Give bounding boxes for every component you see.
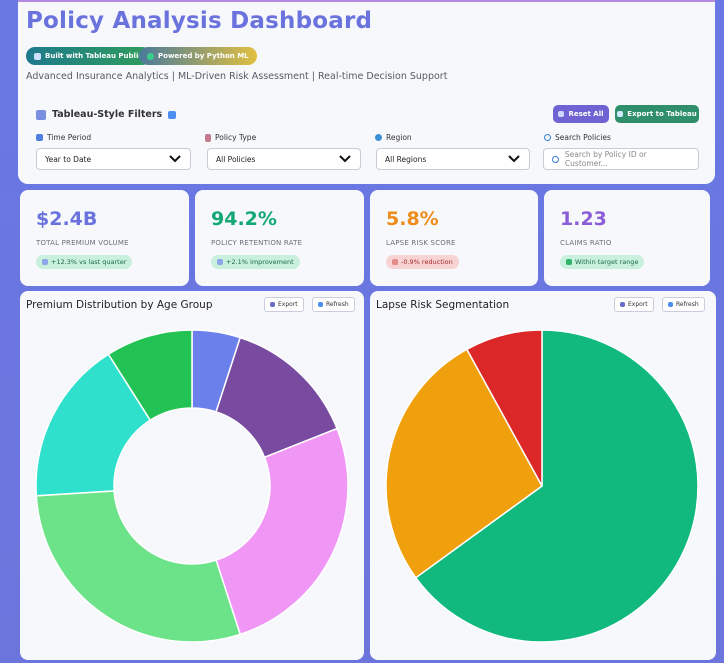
- clipboard-icon: [205, 133, 211, 142]
- chart-icon: [34, 52, 41, 60]
- info-icon: [168, 110, 177, 119]
- premium-distribution-panel: Premium Distribution by Age Group Export…: [20, 291, 364, 660]
- policy-type-label: Policy Type: [205, 133, 256, 142]
- trend-up-icon: [42, 259, 48, 265]
- search-policies-label: Search Policies: [544, 133, 611, 142]
- kpi-value: 5.8%: [386, 208, 439, 230]
- region-value: All Regions: [385, 154, 427, 164]
- kpi-value: 94.2%: [211, 208, 277, 230]
- kpi-trend-badge: +2.1% improvement: [211, 255, 300, 269]
- panel-title: Lapse Risk Segmentation: [376, 299, 510, 311]
- chevron-down-icon: [508, 155, 520, 163]
- kpi-card-claims-ratio: 1.23 CLAIMS RATIO Within target range: [544, 190, 710, 286]
- export-to-tableau-label: Export to Tableau: [627, 110, 697, 118]
- premium-distribution-chart: [35, 329, 349, 643]
- kpi-card-retention: 94.2% POLICY RETENTION RATE +2.1% improv…: [195, 190, 364, 286]
- kpi-trend-text: +2.1% improvement: [226, 258, 294, 266]
- time-period-label-text: Time Period: [47, 133, 92, 142]
- filters-title: Tableau-Style Filters: [52, 109, 163, 120]
- check-icon: [566, 259, 572, 265]
- refresh-label: Refresh: [676, 301, 699, 308]
- panel-title: Premium Distribution by Age Group: [26, 299, 213, 311]
- reset-all-button[interactable]: Reset All: [553, 105, 609, 123]
- search-policies-input[interactable]: Search by Policy ID or Customer...: [543, 148, 699, 170]
- kpi-trend-badge: +12.3% vs last quarter: [36, 255, 133, 269]
- kpi-label: LAPSE RISK SCORE: [386, 239, 456, 247]
- export-label: Export: [278, 301, 298, 308]
- chevron-down-icon: [169, 155, 181, 163]
- kpi-trend-text: -0.9% reduction: [401, 258, 453, 266]
- kpi-trend-badge: Within target range: [560, 255, 645, 269]
- export-button[interactable]: Export: [614, 297, 654, 312]
- download-icon: [270, 302, 275, 307]
- policy-type-value: All Policies: [216, 154, 256, 164]
- lapse-risk-chart: [385, 329, 699, 643]
- trend-down-icon: [392, 259, 398, 265]
- kpi-value: $2.4B: [36, 208, 98, 230]
- filters-heading: Tableau-Style Filters: [36, 109, 177, 120]
- export-to-tableau-button[interactable]: Export to Tableau: [615, 105, 699, 123]
- kpi-label: CLAIMS RATIO: [560, 239, 612, 247]
- region-label: Region: [375, 133, 412, 142]
- dashboard-header: Policy Analysis Dashboard Built with Tab…: [18, 0, 715, 184]
- refresh-icon: [668, 302, 673, 307]
- refresh-button[interactable]: Refresh: [312, 297, 355, 312]
- kpi-card-premium: $2.4B TOTAL PREMIUM VOLUME +12.3% vs las…: [20, 190, 189, 286]
- reset-all-label: Reset All: [568, 110, 604, 118]
- refresh-icon: [318, 302, 323, 307]
- search-icon: [552, 155, 559, 163]
- chevron-down-icon: [339, 155, 351, 163]
- python-badge-label: Powered by Python ML: [158, 52, 249, 60]
- policy-type-label-text: Policy Type: [215, 133, 257, 142]
- kpi-trend-text: +12.3% vs last quarter: [51, 258, 127, 266]
- region-label-text: Region: [386, 133, 412, 142]
- kpi-label: TOTAL PREMIUM VOLUME: [36, 239, 129, 247]
- tableau-badge: Built with Tableau Public: [26, 47, 151, 65]
- age-group-slice-2[interactable]: [215, 427, 349, 636]
- tableau-badge-label: Built with Tableau Public: [45, 52, 143, 60]
- calendar-icon: [36, 134, 43, 141]
- kpi-value: 1.23: [560, 208, 607, 230]
- export-button[interactable]: Export: [264, 297, 304, 312]
- time-period-label: Time Period: [36, 133, 91, 142]
- search-placeholder: Search by Policy ID or Customer...: [564, 150, 647, 168]
- trend-up-icon: [217, 259, 223, 265]
- refresh-button[interactable]: Refresh: [662, 297, 705, 312]
- tableau-icon: [617, 111, 624, 117]
- search-icon: [544, 134, 551, 141]
- region-select[interactable]: All Regions: [376, 148, 530, 170]
- python-icon: [147, 52, 154, 60]
- time-period-select[interactable]: Year to Date: [36, 148, 191, 170]
- lapse-risk-panel: Lapse Risk Segmentation Export Refresh: [370, 291, 716, 660]
- globe-icon: [375, 134, 382, 141]
- age-group-slice-3[interactable]: [35, 490, 242, 643]
- kpi-card-lapse-risk: 5.8% LAPSE RISK SCORE -0.9% reduction: [370, 190, 538, 286]
- export-label: Export: [628, 301, 648, 308]
- download-icon: [620, 302, 625, 307]
- kpi-label: POLICY RETENTION RATE: [211, 239, 303, 247]
- kpi-trend-badge: -0.9% reduction: [386, 255, 459, 269]
- refresh-label: Refresh: [326, 301, 349, 308]
- search-policies-label-text: Search Policies: [555, 133, 611, 142]
- time-period-value: Year to Date: [45, 154, 92, 164]
- page-title: Policy Analysis Dashboard: [26, 8, 373, 34]
- kpi-trend-text: Within target range: [575, 258, 639, 266]
- page-subtitle: Advanced Insurance Analytics | ML-Driven…: [26, 71, 448, 82]
- reset-icon: [558, 111, 565, 117]
- policy-type-select[interactable]: All Policies: [207, 148, 361, 170]
- python-badge: Powered by Python ML: [139, 47, 257, 65]
- grid-icon: [36, 109, 46, 120]
